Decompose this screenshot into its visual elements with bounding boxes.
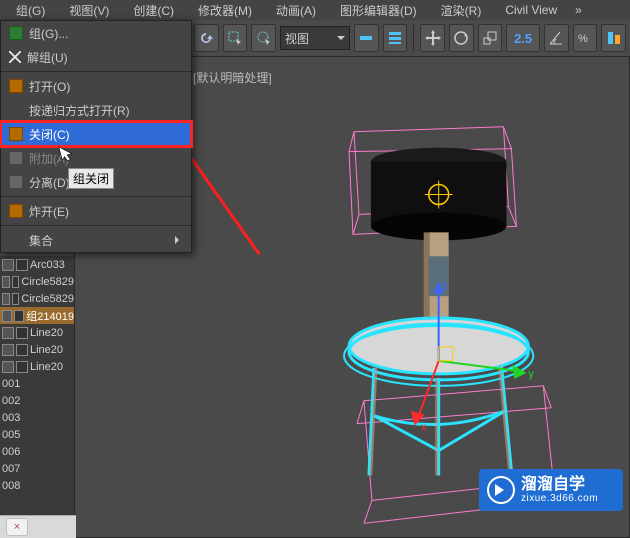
list-item[interactable]: Arc033 [0,256,74,273]
vis-icon [16,361,28,373]
menu-item-close[interactable]: 关闭(C) [1,122,191,146]
menu-create[interactable]: 创建(C) [121,0,186,21]
watermark-badge: 溜溜自学 zixue.3d66.com [479,469,623,511]
list-item[interactable]: 006 [0,443,74,460]
align-button[interactable] [601,24,626,52]
axis-z-label: z [443,280,448,292]
list-item-group[interactable]: 组214019 [0,307,74,324]
blank-icon [9,233,23,247]
list-item[interactable]: 002 [0,392,74,409]
vis-icon [14,310,24,322]
select-name-button[interactable] [383,24,408,52]
menu-item-collection[interactable]: 集合 [1,228,191,252]
menu-overflow[interactable]: » [569,1,588,19]
list-item[interactable]: Line20 [0,324,74,341]
vis-icon [12,276,20,288]
object-icon [2,361,14,373]
list-item[interactable]: 003 [0,409,74,426]
redo-button[interactable] [194,24,219,52]
scale-button[interactable] [478,24,503,52]
angle-snap-button[interactable] [544,24,569,52]
group-menu-dropdown: 组(G)... 解组(U) 打开(O) 按递归方式打开(R) 关闭(C) 附加(… [0,20,192,253]
object-icon [2,327,14,339]
list-item[interactable]: 007 [0,460,74,477]
menu-item-open-recursive[interactable]: 按递归方式打开(R) [1,98,191,122]
selection-region-button[interactable] [223,24,248,52]
object-icon [2,276,10,288]
menu-modifiers[interactable]: 修改器(M) [186,0,264,21]
open-icon [9,79,23,93]
menu-separator [1,225,191,226]
list-item[interactable]: 005 [0,426,74,443]
object-icon [2,310,12,322]
list-item[interactable]: Circle5829 [0,273,74,290]
axis-y-label: y [528,368,534,380]
rotate-button[interactable] [449,24,474,52]
menu-graph-editors[interactable]: 图形编辑器(D) [328,0,429,21]
vis-icon [16,344,28,356]
object-icon [2,344,14,356]
tooltip-group-close: 组关闭 [68,168,114,189]
group-icon [9,26,23,40]
menu-separator [1,196,191,197]
attach-icon [9,151,23,165]
blank-icon [9,103,23,117]
list-item[interactable]: 008 [0,477,74,494]
svg-text:%: % [578,33,588,45]
axis-x-label: x [421,422,427,434]
watermark-sub: zixue.3d66.com [521,493,598,504]
detach-icon [9,175,23,189]
footer-bar: × [0,515,76,538]
menu-item-open[interactable]: 打开(O) [1,74,191,98]
vis-icon [16,259,28,271]
menu-item-attach: 附加(A) [1,146,191,170]
toolbar-separator [413,25,414,51]
watermark-title: 溜溜自学 [521,476,598,494]
select-object-button[interactable] [354,24,379,52]
menu-civil-view[interactable]: Civil View [493,1,569,19]
menubar: 组(G) 视图(V) 创建(C) 修改器(M) 动画(A) 图形编辑器(D) 渲… [0,0,630,20]
menu-item-ungroup[interactable]: 解组(U) [1,45,191,69]
app-root: 组(G) 视图(V) 创建(C) 修改器(M) 动画(A) 图形编辑器(D) 渲… [0,0,630,538]
submenu-indicator-icon [175,236,183,244]
object-icon [2,259,14,271]
list-item[interactable]: 001 [0,375,74,392]
menu-group[interactable]: 组(G) [4,0,57,21]
ungroup-icon [9,51,21,63]
move-button[interactable] [420,24,445,52]
menu-item-explode[interactable]: 炸开(E) [1,199,191,223]
list-item[interactable]: Line20 [0,341,74,358]
menu-animation[interactable]: 动画(A) [264,0,328,21]
snap-button[interactable]: 2.5 [506,24,539,52]
percent-snap-button[interactable]: % [573,24,598,52]
list-item[interactable]: Circle5829 [0,290,74,307]
close-icon [9,127,23,141]
menu-view[interactable]: 视图(V) [57,0,121,21]
menu-separator [1,71,191,72]
scene-explorer[interactable]: Arc033 Circle5829 Circle5829 组214019 Lin… [0,256,74,538]
vis-icon [12,293,20,305]
menu-item-group[interactable]: 组(G)... [1,21,191,45]
selection-lasso-button[interactable] [251,24,276,52]
viewport-combo[interactable]: 视图 [280,26,350,50]
object-icon [2,293,10,305]
close-button[interactable]: × [6,518,28,536]
list-item[interactable]: Line20 [0,358,74,375]
menu-render[interactable]: 渲染(R) [429,0,494,21]
play-icon [487,476,515,504]
vis-icon [16,327,28,339]
explode-icon [9,204,23,218]
